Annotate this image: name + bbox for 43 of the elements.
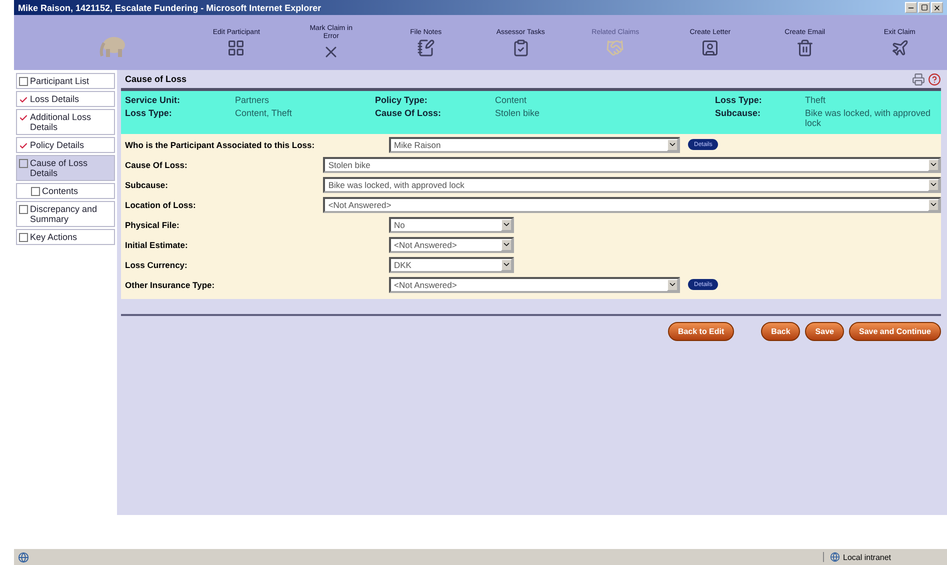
action-button[interactable]: Save — [805, 322, 844, 341]
summary-value: Stolen bike — [495, 108, 541, 120]
zone-text: Local intranet — [843, 552, 892, 562]
field-label: Physical File: — [124, 220, 180, 230]
action-button[interactable]: Save and Continue — [848, 322, 941, 341]
field-label: Loss Currency: — [124, 260, 188, 270]
dropdown-field[interactable]: Bike was locked, with approved lock — [323, 176, 941, 192]
dropdown-field[interactable]: Stolen bike — [323, 156, 941, 172]
field-label: Other Insurance Type: — [124, 280, 216, 290]
dropdown-field[interactable]: <Not Answered> — [389, 276, 680, 292]
field-label: Cause Of Loss: — [124, 160, 188, 170]
summary-label: Loss Type: — [715, 95, 763, 105]
sidebar-item[interactable]: Key Actions — [16, 229, 115, 245]
sidebar-item[interactable]: Policy Details — [16, 137, 115, 153]
sidebar-item[interactable]: Contents — [16, 183, 115, 199]
field-label: Subcause: — [124, 180, 169, 190]
summary-value: Content, Theft — [235, 108, 293, 120]
dropdown-field[interactable]: <Not Answered> — [389, 236, 514, 252]
dropdown-field[interactable]: <Not Answered> — [323, 196, 941, 212]
window-title: Mike Raison, 1421152, Escalate Fundering - Microsoft Internet Explorer — [18, 2, 322, 12]
field-label: Location of Loss: — [124, 200, 197, 210]
summary-label: Policy Type: — [375, 95, 428, 105]
action-button[interactable]: Back to Edit — [668, 322, 734, 341]
sidebar-item[interactable]: Additional Loss Details — [16, 109, 115, 135]
sidebar-item[interactable]: Participant List — [16, 73, 115, 89]
field-label: Who is the Participant Associated to this Loss: — [124, 140, 316, 150]
action-button[interactable]: Back — [761, 322, 800, 341]
summary-label: Cause Of Loss: — [375, 108, 442, 120]
summary-label: Subcause: — [715, 108, 762, 120]
summary-value: Partners — [235, 95, 270, 105]
field-label: Initial Estimate: — [124, 240, 189, 250]
sidebar-item[interactable]: Discrepancy and Summary — [16, 201, 115, 227]
dropdown-field[interactable]: No — [389, 216, 514, 232]
page-title: Cause of Loss — [124, 74, 187, 84]
summary-label: Loss Type: — [125, 108, 173, 120]
summary-value: Theft — [805, 95, 827, 105]
summary-value: Bike was locked, with approved lock — [805, 108, 932, 128]
sidebar-item[interactable]: Cause of Loss Details — [16, 155, 115, 181]
summary-label: Service Unit: — [125, 95, 182, 105]
dropdown-field[interactable]: DKK — [389, 256, 514, 272]
summary-value: Content — [495, 95, 528, 105]
sidebar-item[interactable]: Loss Details — [16, 91, 115, 107]
dropdown-field[interactable]: Mike Raison — [389, 136, 680, 152]
